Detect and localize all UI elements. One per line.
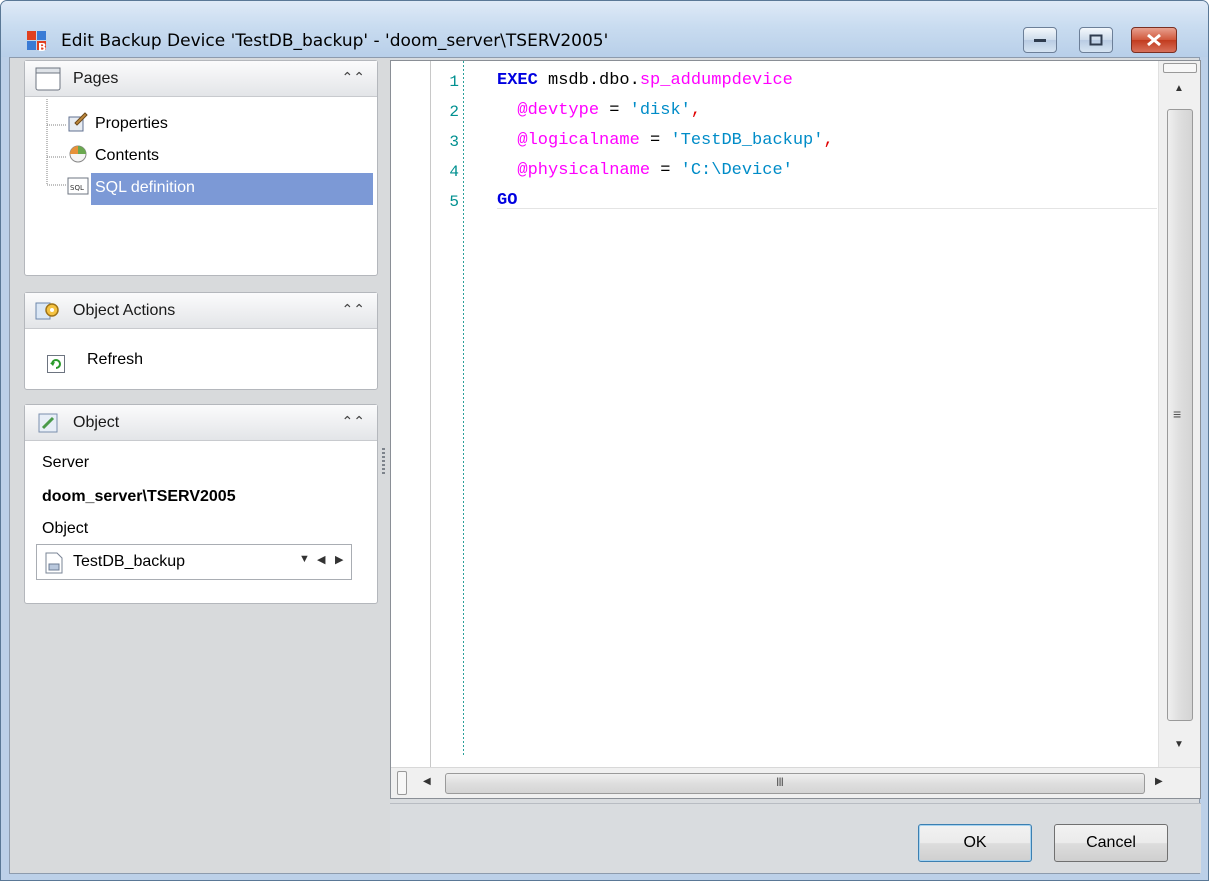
object-actions-header[interactable]: Object Actions ⌃⌃: [25, 293, 377, 329]
ok-button[interactable]: OK: [918, 824, 1032, 862]
pages-icon: [35, 67, 61, 91]
close-button[interactable]: [1131, 27, 1177, 53]
object-panel-title: Object: [73, 414, 120, 431]
splitter-grip-icon: [382, 448, 385, 474]
svg-text:B: B: [38, 41, 46, 53]
code-token: 'disk': [629, 101, 691, 120]
vertical-scroll-thumb[interactable]: ≡: [1167, 109, 1193, 721]
editor-gutter: [391, 61, 431, 767]
title-bar[interactable]: B Edit Backup Device 'TestDB_backup' - '…: [1, 1, 1208, 57]
line-number: 1: [449, 73, 459, 91]
cancel-button[interactable]: Cancel: [1054, 824, 1168, 862]
tree-item-label: Properties: [95, 115, 168, 132]
code-token: @logicalname: [497, 131, 640, 150]
pages-panel: Pages ⌃⌃ Properties Contents SQL SQL def…: [24, 60, 378, 276]
dropdown-arrow-icon[interactable]: ▼: [299, 553, 310, 565]
server-label: Server: [42, 454, 90, 471]
tree-item-contents[interactable]: Contents: [91, 141, 373, 173]
line-number: 5: [449, 193, 459, 211]
minimize-icon: [1034, 39, 1046, 42]
horizontal-scrollbar[interactable]: ◀ III ▶: [391, 767, 1200, 798]
line-number: 3: [449, 133, 459, 151]
collapse-chevron-icon[interactable]: ⌃⌃: [342, 413, 365, 430]
maximize-icon: [1089, 34, 1103, 46]
collapse-chevron-icon[interactable]: ⌃⌃: [342, 301, 365, 318]
code-token: =: [639, 131, 671, 150]
pages-panel-header[interactable]: Pages ⌃⌃: [25, 61, 377, 97]
code-line: @logicalname = 'TestDB_backup',: [497, 131, 834, 161]
tree-item-label: Contents: [95, 147, 160, 164]
code-line: GO: [497, 191, 517, 221]
sql-icon: SQL: [67, 177, 89, 195]
object-panel-header[interactable]: Object ⌃⌃: [25, 405, 377, 441]
code-line: @physicalname = 'C:\Device': [497, 161, 793, 191]
next-arrow-icon[interactable]: ▶: [335, 553, 343, 566]
thumb-grip-icon: III: [776, 775, 784, 789]
app-icon: B: [27, 31, 46, 53]
code-line: EXEC msdb.dbo.sp_addumpdevice: [497, 71, 793, 101]
edit-backup-device-window: B Edit Backup Device 'TestDB_backup' - '…: [0, 0, 1209, 881]
scroll-split-handle[interactable]: [1163, 63, 1197, 73]
refresh-icon: [47, 355, 65, 373]
object-actions-panel: Object Actions ⌃⌃ Refresh: [24, 292, 378, 390]
code-folding-line: [463, 61, 464, 757]
object-icon: [38, 413, 58, 433]
properties-icon: [68, 112, 88, 132]
svg-text:SQL: SQL: [70, 184, 84, 192]
horizontal-scroll-thumb[interactable]: III: [445, 773, 1145, 794]
code-token: ,: [690, 101, 702, 120]
code-token: @devtype: [497, 101, 600, 120]
previous-arrow-icon[interactable]: ◀: [317, 553, 325, 566]
scroll-down-arrow-icon[interactable]: ▼: [1174, 739, 1184, 750]
window-title: Edit Backup Device 'TestDB_backup' - 'do…: [61, 31, 609, 51]
contents-icon: [69, 145, 87, 163]
scroll-left-arrow-icon[interactable]: ◀: [423, 776, 431, 787]
code-line: @devtype = 'disk',: [497, 101, 701, 131]
thumb-grip-icon: ≡: [1173, 406, 1182, 422]
code-token: msdb.dbo.: [537, 71, 640, 90]
object-value: TestDB_backup: [73, 553, 186, 570]
dialog-button-bar: OK Cancel: [390, 803, 1201, 873]
scroll-up-arrow-icon[interactable]: ▲: [1174, 83, 1184, 94]
minimize-button[interactable]: [1023, 27, 1057, 53]
client-area: Pages ⌃⌃ Properties Contents SQL SQL def…: [9, 57, 1201, 874]
object-label: Object: [42, 520, 89, 537]
object-actions-title: Object Actions: [73, 302, 176, 319]
tree-item-sql-definition[interactable]: SQL definition: [91, 173, 373, 205]
panel-splitter[interactable]: [378, 58, 390, 873]
code-token: =: [650, 161, 681, 180]
pages-tree: Properties Contents SQL SQL definition: [27, 99, 375, 275]
vertical-scrollbar[interactable]: ▲ ≡ ▼: [1158, 61, 1200, 767]
line-number: 2: [449, 103, 459, 121]
code-token: =: [599, 101, 630, 120]
maximize-button[interactable]: [1079, 27, 1113, 53]
code-token: EXEC: [497, 71, 538, 90]
object-selector[interactable]: TestDB_backup ▼ ◀ ▶: [36, 544, 352, 580]
code-token: 'C:\Device': [680, 161, 793, 180]
sql-editor[interactable]: 1 2 3 4 5 EXEC msdb.dbo.sp_addumpdevice @dev…: [390, 60, 1201, 799]
close-icon: [1147, 33, 1161, 47]
code-token: 'TestDB_backup': [670, 131, 824, 150]
scroll-split-handle[interactable]: [397, 771, 407, 795]
current-line-separator: [497, 208, 1157, 209]
scroll-right-arrow-icon[interactable]: ▶: [1155, 776, 1163, 787]
server-value: doom_server\TSERV2005: [42, 488, 236, 505]
tree-item-label: SQL definition: [95, 179, 195, 196]
gears-icon: [35, 302, 59, 320]
refresh-label: Refresh: [87, 351, 144, 368]
pages-panel-title: Pages: [73, 70, 119, 87]
collapse-chevron-icon[interactable]: ⌃⌃: [342, 69, 365, 86]
code-token: sp_addumpdevice: [639, 71, 793, 90]
code-token: @physicalname: [497, 161, 651, 180]
backup-device-icon: [45, 552, 63, 574]
line-numbers: 1 2 3 4 5: [431, 61, 463, 767]
code-token: ,: [823, 131, 834, 150]
tree-item-properties[interactable]: Properties: [91, 109, 373, 141]
navigation-bar: Pages ⌃⌃ Properties Contents SQL SQL def…: [10, 58, 378, 873]
line-number: 4: [449, 163, 459, 181]
